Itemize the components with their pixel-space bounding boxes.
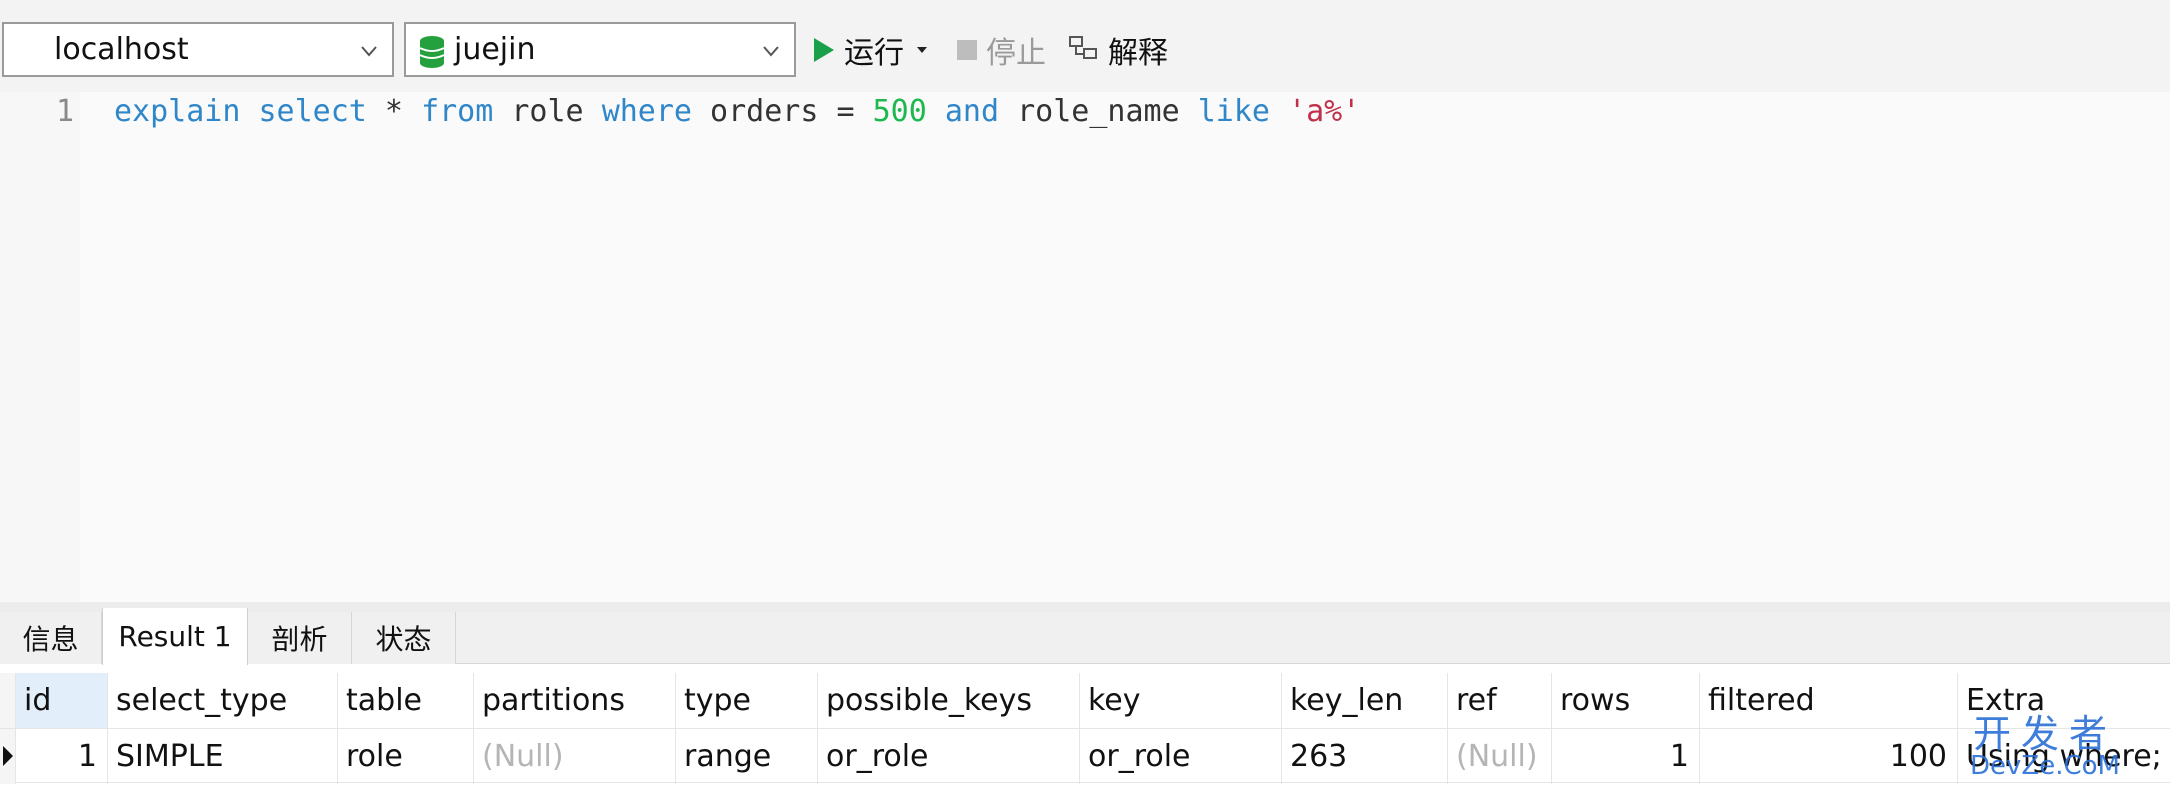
sql-token-kw: and [944, 94, 1000, 129]
cell-type[interactable]: range [676, 729, 818, 784]
sql-token-ident: orders = [692, 94, 873, 129]
cell-possible-keys[interactable]: or_role [818, 729, 1080, 784]
site-watermark: 开发者 DevZe.CoM [1940, 715, 2150, 779]
database-select[interactable]: juejin [404, 22, 796, 77]
sql-token-ident: role_name [999, 94, 1198, 129]
header-corner [0, 673, 16, 728]
database-icon [419, 36, 445, 68]
column-header[interactable]: possible_keys [818, 673, 1080, 728]
cell-id[interactable]: 1 [16, 729, 108, 784]
column-header[interactable]: rows [1552, 673, 1700, 728]
tab-info[interactable]: 信息 [0, 612, 102, 664]
cell-ref[interactable]: (Null) [1448, 729, 1552, 784]
column-header[interactable]: id [16, 673, 108, 728]
cell-select-type[interactable]: SIMPLE [108, 729, 338, 784]
watermark-top: 开发者 [1972, 712, 2117, 756]
table-row[interactable]: 1 SIMPLE role (Null) range or_role or_ro… [0, 728, 2170, 784]
sql-token-ident [927, 94, 945, 129]
tab-label: 信息 [22, 623, 79, 656]
sql-token-str: 'a%' [1288, 94, 1361, 129]
column-header[interactable]: key [1080, 673, 1282, 728]
line-gutter: 1 [0, 92, 80, 602]
column-header[interactable]: filtered [1700, 673, 1958, 728]
sql-token-kw: select [258, 94, 367, 129]
explain-icon [1069, 35, 1097, 59]
current-row-marker [0, 729, 16, 784]
tab-profile[interactable]: 剖析 [248, 612, 352, 664]
stop-label: 停止 [986, 35, 1046, 71]
sql-token-kw: like [1197, 94, 1270, 129]
stop-icon [957, 39, 977, 60]
connection-select[interactable]: localhost [2, 22, 394, 77]
run-button[interactable]: 运行 [812, 22, 938, 77]
tab-result-1[interactable]: Result 1 [102, 608, 248, 665]
pane-splitter[interactable] [0, 602, 2170, 612]
chevron-down-icon [361, 46, 377, 57]
watermark-bottom: DevZe.CoM [1970, 751, 2120, 781]
tab-status[interactable]: 状态 [352, 612, 456, 664]
column-header[interactable]: ref [1448, 673, 1552, 728]
explain-button[interactable]: 解释 [1068, 22, 1168, 77]
tab-label: Result 1 [118, 620, 232, 653]
sql-token-kw: from [421, 94, 494, 129]
sql-token-kw: explain [114, 94, 241, 129]
line-number: 1 [55, 94, 74, 129]
stop-button[interactable]: 停止 [956, 22, 1046, 77]
column-header[interactable]: key_len [1282, 673, 1448, 728]
cell-table[interactable]: role [338, 729, 474, 784]
database-select-value: juejin [454, 32, 536, 67]
column-header[interactable]: partitions [474, 673, 676, 728]
sql-token-num: 500 [872, 94, 927, 129]
sql-token-kw: where [601, 94, 692, 129]
column-header[interactable]: select_type [108, 673, 338, 728]
play-icon [814, 37, 834, 62]
caret-down-icon[interactable] [914, 42, 930, 58]
tab-label: 剖析 [271, 623, 328, 656]
result-grid: id select_type table partitions type pos… [0, 665, 2170, 785]
chevron-down-icon [763, 46, 779, 57]
grid-header: id select_type table partitions type pos… [0, 673, 2170, 728]
tab-label: 状态 [375, 623, 432, 656]
run-label: 运行 [844, 35, 904, 71]
cell-filtered[interactable]: 100 [1700, 729, 1958, 784]
cell-partitions[interactable]: (Null) [474, 729, 676, 784]
column-header[interactable]: type [676, 673, 818, 728]
explain-label: 解释 [1108, 35, 1168, 71]
result-tabbar: 信息 Result 1 剖析 状态 [0, 608, 2170, 665]
cell-key[interactable]: or_role [1080, 729, 1282, 784]
connection-select-value: localhost [54, 32, 189, 67]
column-header[interactable]: table [338, 673, 474, 728]
cell-key-len[interactable]: 263 [1282, 729, 1448, 784]
sql-token-ident: * [366, 94, 422, 129]
cell-rows[interactable]: 1 [1552, 729, 1700, 784]
sql-token-ident [1270, 94, 1288, 129]
toolbar: localhost juejin 运行 停止 解释 [0, 0, 2170, 92]
row-pointer-icon [3, 746, 13, 766]
code-line[interactable]: explain select * from role where orders … [114, 94, 1360, 129]
sql-token-ident [240, 94, 258, 129]
sql-editor[interactable]: 1 explain select * from role where order… [0, 92, 2170, 602]
sql-token-ident: role [493, 94, 602, 129]
